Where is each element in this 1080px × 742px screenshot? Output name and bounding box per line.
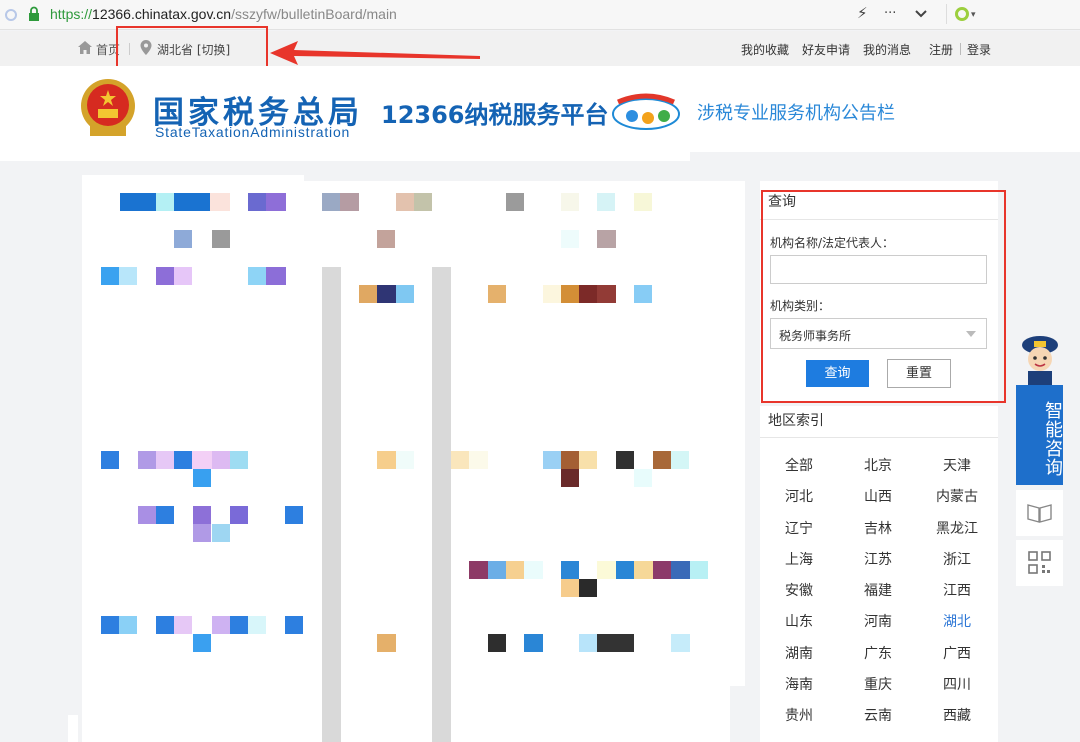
chevron-down-icon[interactable] (915, 10, 927, 18)
annotation-query-highlight (761, 190, 1006, 403)
region-link[interactable]: 福建 (853, 580, 903, 600)
region-link[interactable]: 江西 (932, 580, 982, 600)
region-link[interactable]: 吉林 (853, 518, 903, 538)
region-divider (760, 437, 998, 438)
12366-badge-logo (612, 93, 680, 130)
region-link[interactable]: 内蒙古 (932, 486, 982, 506)
platform-title[interactable]: 12366纳税服务平台 (381, 95, 609, 130)
region-link[interactable]: 山东 (774, 611, 824, 631)
region-link[interactable]: 天津 (932, 455, 982, 475)
region-link[interactable]: 海南 (774, 674, 824, 694)
region-index-title: 地区索引 (768, 413, 824, 429)
url-path: /sszyfw/bulletinBoard/main (231, 6, 397, 22)
lightning-icon[interactable]: ⚡ (857, 4, 868, 22)
url-protocol: https:// (50, 6, 93, 22)
smart-consult-button[interactable]: 智能咨询 (1016, 385, 1063, 485)
column-divider (432, 267, 451, 742)
region-link[interactable]: 江苏 (853, 549, 903, 569)
page-subtitle: 涉税专业服务机构公告栏 (697, 103, 895, 124)
site-info-icon[interactable] (5, 9, 17, 21)
region-link[interactable]: 四川 (932, 674, 982, 694)
tax-officer-mascot-icon[interactable] (1018, 331, 1062, 387)
qrcode-widget[interactable] (1016, 540, 1063, 586)
search-engine-caret-icon[interactable]: ▾ (971, 10, 976, 20)
qrcode-icon (1028, 551, 1051, 574)
region-link[interactable]: 全部 (774, 455, 824, 475)
divider (960, 43, 961, 55)
favorites-link[interactable]: 我的收藏 (741, 41, 789, 58)
region-link[interactable]: 黑龙江 (932, 518, 982, 538)
toolbar-divider (946, 4, 947, 24)
annotation-arrow (270, 41, 480, 65)
book-widget[interactable] (1016, 490, 1063, 536)
region-link[interactable]: 贵州 (774, 705, 824, 725)
home-icon (78, 41, 92, 54)
region-link[interactable]: 安徽 (774, 580, 824, 600)
region-link[interactable]: 山西 (853, 486, 903, 506)
lock-icon (29, 6, 39, 21)
region-link[interactable]: 辽宁 (774, 518, 824, 538)
region-link[interactable]: 湖南 (774, 643, 824, 663)
url-text[interactable]: https://12366.chinatax.gov.cn/sszyfw/bul… (50, 6, 397, 22)
region-link[interactable]: 西藏 (932, 705, 982, 725)
more-icon[interactable]: ··· (884, 6, 896, 21)
region-link[interactable]: 河北 (774, 486, 824, 506)
region-link[interactable]: 北京 (853, 455, 903, 475)
url-host: 12366.chinatax.gov.cn (92, 6, 232, 22)
content-panel-edge (68, 715, 78, 742)
column-divider (322, 267, 341, 742)
region-link[interactable]: 上海 (774, 549, 824, 569)
region-link[interactable]: 重庆 (853, 674, 903, 694)
search-engine-icon[interactable] (955, 7, 969, 21)
book-icon (1027, 504, 1052, 523)
region-link[interactable]: 广西 (932, 643, 982, 663)
region-link[interactable]: 广东 (853, 643, 903, 663)
region-link-active[interactable]: 湖北 (932, 611, 982, 631)
national-emblem-icon (81, 79, 135, 136)
region-link[interactable]: 河南 (853, 611, 903, 631)
my-messages-link[interactable]: 我的消息 (863, 41, 911, 58)
content-panel-right (690, 181, 745, 686)
logo-english: StateTaxationAdministration (155, 124, 351, 140)
register-link[interactable]: 注册 (929, 41, 953, 58)
friend-requests-link[interactable]: 好友申请 (802, 41, 850, 58)
region-link[interactable]: 云南 (853, 705, 903, 725)
header-gap (690, 152, 1080, 161)
login-link[interactable]: 登录 (967, 41, 991, 58)
region-link[interactable]: 浙江 (932, 549, 982, 569)
